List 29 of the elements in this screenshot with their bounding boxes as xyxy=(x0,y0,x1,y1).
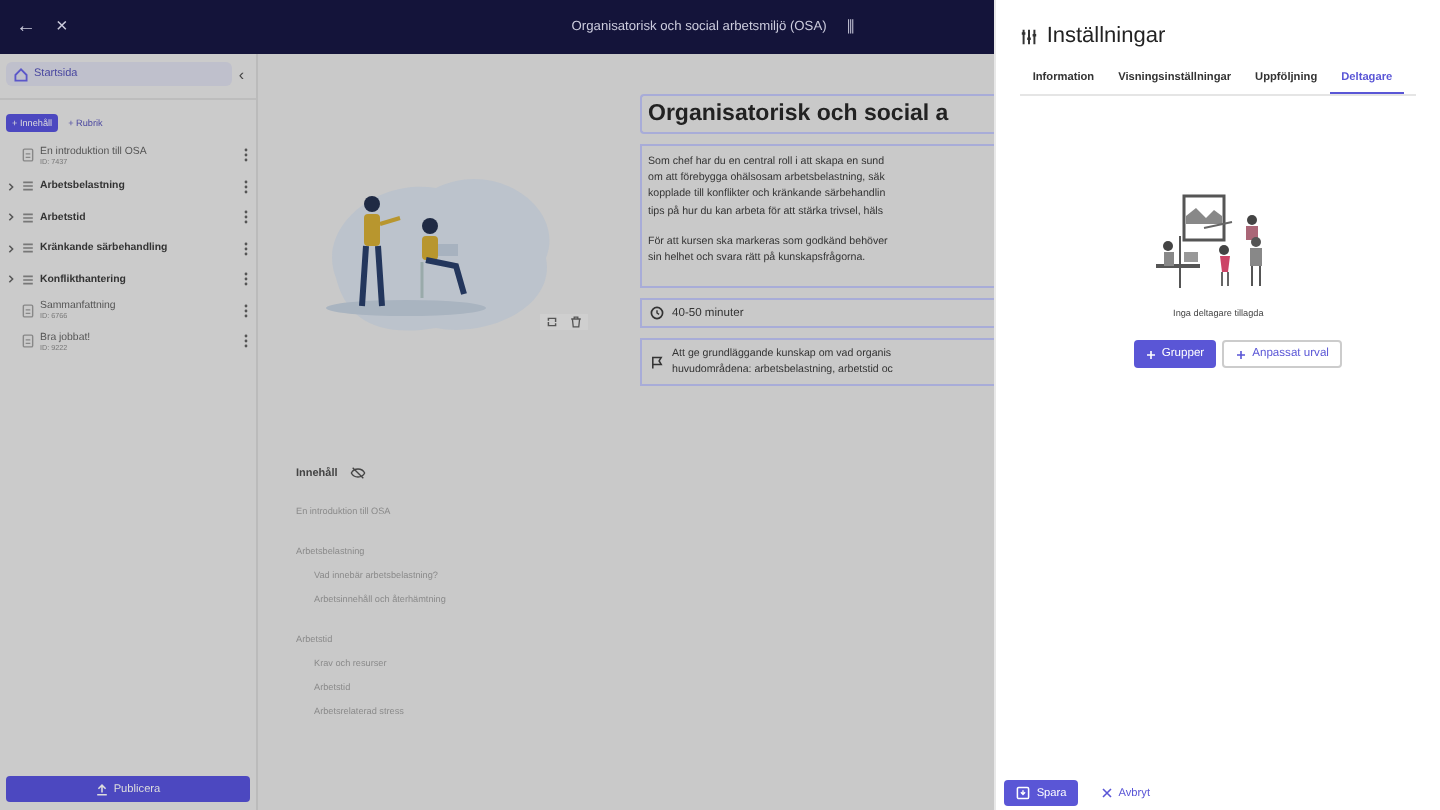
close-icon xyxy=(1102,788,1113,798)
flag-icon xyxy=(650,355,664,370)
home-icon xyxy=(14,67,28,81)
plus-icon xyxy=(1236,349,1247,359)
list-icon xyxy=(22,180,34,193)
document-icon xyxy=(22,334,34,349)
chevron-icon[interactable] xyxy=(6,212,16,223)
back-button[interactable]: ← xyxy=(8,16,44,38)
chevron-icon[interactable] xyxy=(6,274,16,285)
list-icon xyxy=(22,211,34,224)
save-icon xyxy=(1016,786,1031,800)
plus-icon xyxy=(1145,349,1156,359)
menu-button[interactable]: ⫼ xyxy=(838,17,863,37)
panel-title: Inställningar xyxy=(1046,24,1166,48)
list-icon xyxy=(22,242,34,255)
upload-icon xyxy=(95,783,108,795)
delete-icon[interactable] xyxy=(570,316,582,328)
document-icon xyxy=(22,148,34,163)
replace-icon[interactable] xyxy=(546,316,558,328)
course-title-field[interactable]: Organisatorisk och social a xyxy=(640,94,995,134)
chevron-icon[interactable] xyxy=(6,181,16,192)
hidden-eye-icon[interactable] xyxy=(349,466,366,481)
list-icon xyxy=(22,273,34,286)
document-icon xyxy=(22,303,34,318)
clock-icon xyxy=(650,306,664,320)
chevron-icon[interactable] xyxy=(6,243,16,254)
close-button[interactable]: × xyxy=(48,16,76,38)
sliders-icon xyxy=(1020,27,1039,45)
collapse-button[interactable]: ‹ xyxy=(232,65,250,83)
